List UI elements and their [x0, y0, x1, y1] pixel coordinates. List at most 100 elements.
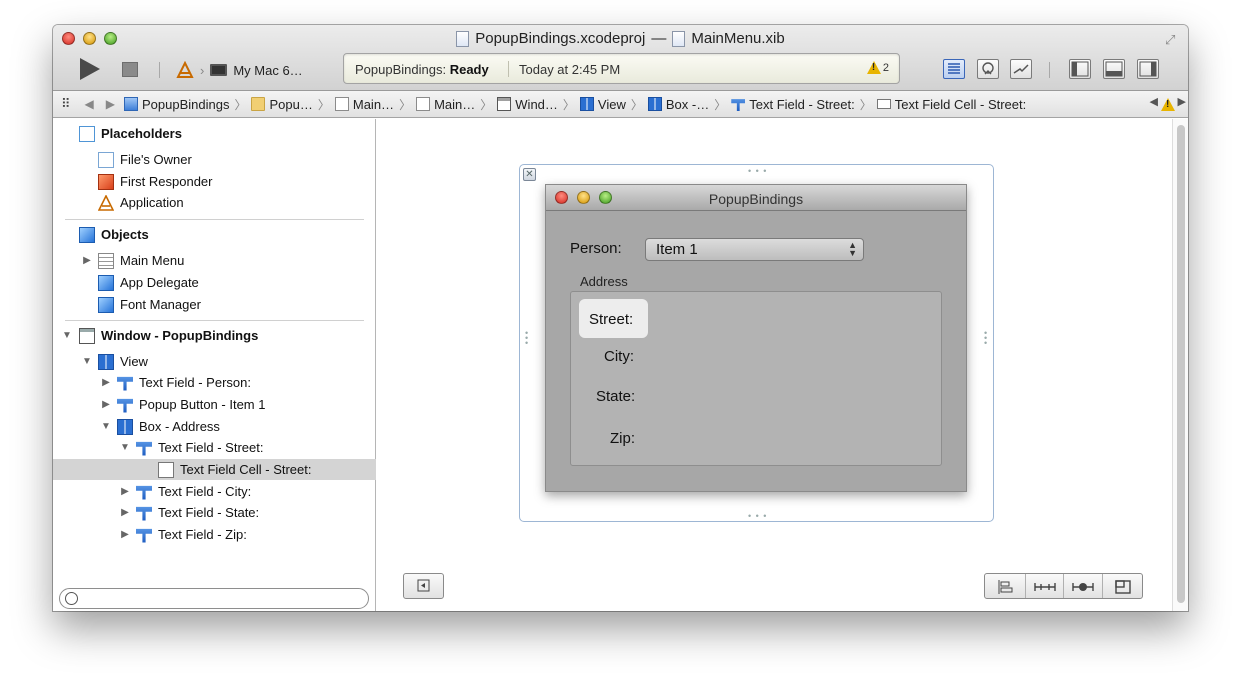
toggle-debug-area-button[interactable] — [1103, 59, 1125, 79]
outline-label: Popup Button - Item 1 — [139, 397, 266, 412]
fullscreen-icon[interactable]: ⤢ — [1165, 32, 1179, 47]
resize-handle-bottom[interactable]: • • • — [748, 511, 767, 521]
issue-warning-icon[interactable] — [1161, 98, 1175, 111]
crumb-text-field-cell[interactable]: Text Field Cell - Street: — [874, 97, 1030, 112]
stop-button[interactable] — [122, 62, 138, 77]
crumb-xib-2[interactable]: Main… — [413, 97, 478, 112]
inner-titlebar: PopupBindings — [546, 185, 966, 211]
outline-popup-button[interactable]: ▶ Popup Button - Item 1 — [53, 394, 376, 415]
city-label[interactable]: City: — [604, 348, 634, 365]
disclosure-right-icon[interactable]: ▶ — [119, 507, 131, 518]
resize-handle-top[interactable]: • • • — [748, 166, 767, 176]
forward-icon[interactable]: ▶ — [100, 97, 121, 111]
previous-issue-icon[interactable]: ◀ — [1150, 95, 1158, 108]
outline-tf-person[interactable]: ▶ Text Field - Person: — [53, 372, 376, 393]
outline-main-menu[interactable]: ▶ Main Menu — [53, 250, 376, 271]
crumb-separator-icon: 〉 — [714, 97, 727, 112]
resize-handle-left[interactable]: • • • — [525, 329, 529, 348]
crumb-group[interactable]: Popu… — [248, 97, 315, 112]
disclosure-down-icon[interactable]: ▼ — [61, 330, 73, 341]
crumb-text-field[interactable]: Text Field - Street: — [728, 97, 857, 112]
outline-tf-zip[interactable]: ▶ Text Field - Zip: — [53, 524, 376, 545]
scheme-selector[interactable]: › My Mac 6… — [176, 59, 303, 81]
standard-editor-button[interactable] — [943, 59, 965, 79]
align-button[interactable] — [985, 574, 1025, 598]
text-field-icon — [117, 376, 133, 391]
outline-label: Window - PopupBindings — [101, 328, 259, 343]
popup-arrows-icon: ▲ ▼ — [848, 240, 857, 258]
popupbindings-window[interactable]: PopupBindings Person: Item 1 ▲ ▼ Address … — [545, 184, 967, 492]
crumb-separator-icon: 〉 — [234, 97, 247, 112]
related-items-icon[interactable]: ⠿ — [53, 96, 79, 112]
crumb-view[interactable]: View — [577, 97, 629, 112]
canvas-scrollbar[interactable] — [1172, 119, 1188, 611]
hide-outline-button[interactable] — [403, 573, 444, 599]
outline-label: First Responder — [120, 174, 213, 189]
crumb-separator-icon: 〉 — [562, 97, 575, 112]
version-editor-button[interactable] — [1010, 59, 1032, 79]
outline-box[interactable]: ▼ Box - Address — [53, 416, 376, 437]
scheme-chevron-icon: › — [200, 62, 205, 78]
resizing-button[interactable] — [1102, 574, 1143, 598]
xib-icon — [334, 97, 349, 111]
outline-first-responder[interactable]: First Responder — [53, 171, 376, 192]
disclosure-right-icon[interactable]: ▶ — [100, 399, 112, 410]
version-editor-icon — [1013, 64, 1029, 74]
person-popup-button[interactable]: Item 1 ▲ ▼ — [645, 238, 864, 261]
scrollbar-thumb[interactable] — [1177, 125, 1185, 603]
toggle-navigator-button[interactable] — [1069, 59, 1091, 79]
crumb-box[interactable]: Box -… — [645, 97, 712, 112]
application-icon — [98, 194, 114, 211]
crumb-window[interactable]: Wind… — [494, 97, 561, 112]
run-button[interactable] — [80, 58, 100, 80]
disclosure-right-icon[interactable]: ▶ — [119, 529, 131, 540]
resize-handle-right[interactable]: • • • — [984, 329, 988, 348]
outline-application[interactable]: Application — [53, 192, 376, 213]
back-icon[interactable]: ◀ — [79, 97, 100, 111]
outline-tf-state[interactable]: ▶ Text Field - State: — [53, 502, 376, 523]
placeholders-header[interactable]: Placeholders — [53, 123, 376, 144]
pin-icon — [1033, 582, 1056, 591]
address-box-title[interactable]: Address — [580, 274, 628, 289]
box-icon — [117, 418, 133, 435]
outline-app-delegate[interactable]: App Delegate — [53, 272, 376, 293]
disclosure-down-icon[interactable]: ▼ — [100, 421, 112, 432]
outline-window[interactable]: ▼ Window - PopupBindings — [53, 325, 376, 346]
outline-tf-street[interactable]: ▼ Text Field - Street: — [53, 437, 376, 458]
objects-header[interactable]: Objects — [53, 224, 376, 245]
state-label[interactable]: State: — [596, 388, 635, 405]
street-label[interactable]: Street: — [589, 311, 633, 328]
status-time: Today at 2:45 PM — [519, 62, 621, 77]
pin-button[interactable] — [1025, 574, 1063, 598]
outline-font-manager[interactable]: Font Manager — [53, 294, 376, 315]
outline-files-owner[interactable]: File's Owner — [53, 149, 376, 170]
crumb-label: Text Field Cell - Street: — [894, 96, 1027, 112]
disclosure-right-icon[interactable]: ▶ — [100, 377, 112, 388]
frame-close-icon[interactable]: ✕ — [523, 168, 536, 181]
placeholders-label: Placeholders — [101, 126, 182, 141]
resolve-button[interactable] — [1063, 574, 1101, 598]
crumb-xib[interactable]: Main… — [332, 97, 397, 112]
outline-label: Text Field - Street: — [158, 440, 264, 455]
outline-tf-cell-street[interactable]: Text Field Cell - Street: — [53, 459, 376, 480]
disclosure-down-icon[interactable]: ▼ — [81, 356, 93, 367]
outline-tf-city[interactable]: ▶ Text Field - City: — [53, 481, 376, 502]
crumb-project[interactable]: PopupBindings — [121, 97, 232, 112]
disclosure-down-icon[interactable]: ▼ — [119, 442, 131, 453]
zip-label[interactable]: Zip: — [610, 430, 635, 447]
outline-filter-field[interactable] — [59, 588, 369, 609]
outline-view[interactable]: ▼ View — [53, 351, 376, 372]
toggle-utilities-button[interactable] — [1137, 59, 1159, 79]
window-title: PopupBindings.xcodeproj — MainMenu.xib — [53, 30, 1188, 47]
next-issue-icon[interactable]: ▶ — [1178, 95, 1186, 108]
window-icon — [79, 327, 95, 344]
assistant-editor-button[interactable] — [977, 59, 999, 79]
disclosure-right-icon[interactable]: ▶ — [81, 255, 93, 266]
warnings-indicator[interactable]: 2 — [866, 61, 889, 74]
crumb-label: View — [597, 96, 626, 112]
person-label[interactable]: Person: — [570, 240, 622, 257]
box-icon — [647, 97, 662, 111]
disclosure-right-icon[interactable]: ▶ — [119, 486, 131, 497]
text-field-icon — [136, 506, 152, 521]
inner-window-title: PopupBindings — [708, 191, 804, 207]
